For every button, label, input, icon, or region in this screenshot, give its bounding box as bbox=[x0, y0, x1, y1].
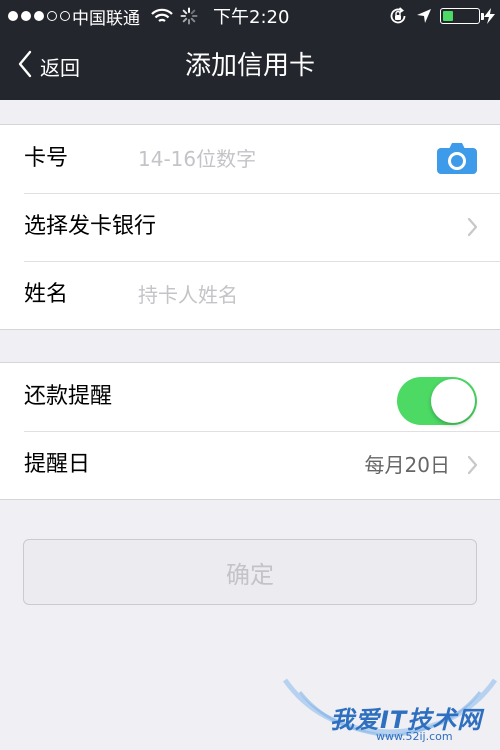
charging-bolt-icon bbox=[484, 0, 495, 32]
repayment-reminder-toggle[interactable] bbox=[397, 377, 477, 425]
signal-strength-icon bbox=[8, 0, 70, 32]
battery-icon bbox=[440, 0, 484, 32]
camera-icon[interactable] bbox=[437, 142, 477, 178]
confirm-button[interactable]: 确定 bbox=[23, 539, 477, 605]
rotation-lock-icon bbox=[388, 0, 408, 32]
reminder-day-value: 每月20日 bbox=[364, 453, 450, 477]
cardholder-name-row: 姓名 bbox=[0, 261, 500, 329]
repayment-reminder-label: 还款提醒 bbox=[24, 384, 113, 409]
chevron-left-icon bbox=[18, 50, 32, 82]
repayment-reminder-row: 还款提醒 bbox=[0, 363, 500, 431]
cardholder-name-label: 姓名 bbox=[24, 282, 69, 307]
reminder-group: 还款提醒 提醒日 每月20日 bbox=[0, 362, 500, 500]
cardholder-name-input[interactable] bbox=[138, 275, 418, 315]
location-arrow-icon bbox=[416, 0, 432, 32]
status-time: 下午2:20 bbox=[213, 7, 290, 28]
card-number-label: 卡号 bbox=[24, 146, 69, 171]
toggle-knob bbox=[431, 379, 475, 423]
watermark-url: www.52ij.com bbox=[376, 730, 453, 743]
reminder-day-row[interactable]: 提醒日 每月20日 bbox=[0, 431, 500, 499]
carrier-name: 中国联通 bbox=[72, 8, 140, 29]
chevron-right-icon bbox=[467, 455, 478, 479]
navigation-bar: 返回 添加信用卡 bbox=[0, 32, 500, 100]
back-button[interactable]: 返回 bbox=[18, 32, 80, 100]
card-info-group: 卡号 选择发卡银行 姓名 bbox=[0, 124, 500, 330]
back-label: 返回 bbox=[40, 55, 80, 80]
card-number-input[interactable] bbox=[138, 139, 418, 179]
wifi-icon bbox=[151, 0, 173, 32]
chevron-right-icon bbox=[467, 217, 478, 241]
select-bank-label: 选择发卡银行 bbox=[24, 214, 157, 239]
card-number-row: 卡号 bbox=[0, 125, 500, 193]
activity-spinner-icon bbox=[180, 0, 198, 32]
select-bank-row[interactable]: 选择发卡银行 bbox=[0, 193, 500, 261]
reminder-day-label: 提醒日 bbox=[24, 452, 91, 477]
status-bar: 中国联通 下午2:20 bbox=[0, 0, 500, 32]
